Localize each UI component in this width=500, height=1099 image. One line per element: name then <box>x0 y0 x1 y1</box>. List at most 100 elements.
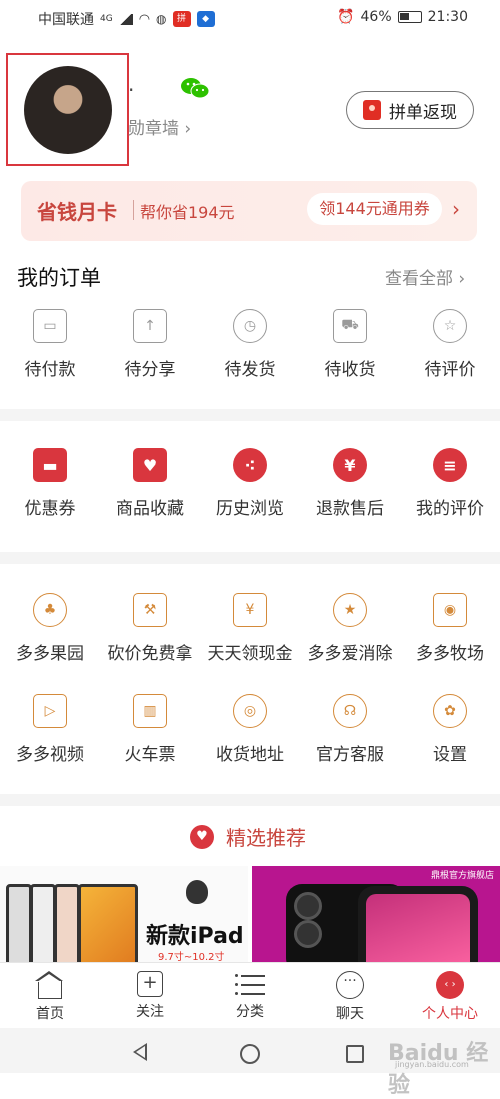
order-label: 待分享 <box>124 360 176 380</box>
back-icon[interactable] <box>133 1043 147 1061</box>
list-icon: ≡ <box>433 448 467 482</box>
location-pin-icon: ◎ <box>233 694 267 728</box>
status-right: ⏰ 46% 21:30 <box>337 9 468 25</box>
status-left: 中国联通 4G ◠ ◍ 拼 ◆ <box>38 9 215 29</box>
cow-icon: ◉ <box>433 593 467 627</box>
address-item[interactable]: ◎ 收货地址 <box>200 694 300 765</box>
nav-label: 分类 <box>236 1004 264 1020</box>
coupons-item[interactable]: ▬ 优惠券 <box>0 448 100 519</box>
coupon-icon: ▬ <box>33 448 67 482</box>
store-tag: 鼎根官方旗舰店 <box>430 871 494 881</box>
order-pending-receipt[interactable]: ⛟ 待收货 <box>300 309 400 380</box>
nav-category[interactable]: 分类 <box>200 963 300 1029</box>
feature-label: 多多视频 <box>16 745 84 765</box>
order-label: 待发货 <box>224 360 276 380</box>
alarm-icon: ⏰ <box>337 9 355 25</box>
bottom-nav: 首页 + 关注 分类 ··· 聊天 ‹ › 个人中心 <box>0 962 500 1029</box>
recommend-header: ♥ 精选推荐 <box>190 822 306 851</box>
nav-label: 关注 <box>136 1004 164 1020</box>
video-item[interactable]: ▷ 多多视频 <box>0 694 100 765</box>
group-cashback-button[interactable]: 拼单返现 <box>346 91 474 129</box>
history-item[interactable]: ⁖ 历史浏览 <box>200 448 300 519</box>
order-pending-share[interactable]: ↑ 待分享 <box>100 309 200 380</box>
headset-icon: ☊ <box>333 694 367 728</box>
order-label: 待收货 <box>324 360 376 380</box>
badge-wall-link[interactable]: 勋章墙 › <box>128 114 191 139</box>
list-lines-icon <box>235 971 265 997</box>
feature-label: 多多爱消除 <box>307 644 393 664</box>
username[interactable]: · <box>128 78 134 102</box>
red-packet-icon <box>363 100 381 120</box>
star-wand-icon: ★ <box>333 593 367 627</box>
claim-coupon-button[interactable]: 领144元通用券 <box>307 193 442 225</box>
profile-face-icon: ‹ › <box>436 971 464 999</box>
network-label: 4G <box>100 14 113 24</box>
orchard-item[interactable]: ♣ 多多果园 <box>0 593 100 664</box>
feature-label: 天天领现金 <box>207 644 293 664</box>
features-row-1: ♣ 多多果园 ⚒ 砍价免费拿 ¥ 天天领现金 ★ 多多爱消除 ◉ 多多牧场 <box>0 593 500 664</box>
footprint-icon: ⁖ <box>233 448 267 482</box>
service-label: 商品收藏 <box>116 499 184 519</box>
chevron-right-icon[interactable]: › <box>452 197 460 221</box>
share-icon: ↑ <box>133 309 167 343</box>
nav-label: 首页 <box>36 1006 64 1022</box>
plus-box-icon: + <box>137 971 163 997</box>
favorites-item[interactable]: ♥ 商品收藏 <box>100 448 200 519</box>
clock-icon: ◷ <box>233 309 267 343</box>
order-pending-review[interactable]: ☆ 待评价 <box>400 309 500 380</box>
nav-home[interactable]: 首页 <box>0 963 100 1029</box>
shield-notify-icon: ◆ <box>196 11 215 27</box>
battery-percent: 46% <box>360 9 392 25</box>
orders-row: ▭ 待付款 ↑ 待分享 ◷ 待发货 ⛟ 待收货 ☆ 待评价 <box>0 309 500 380</box>
features-row-2: ▷ 多多视频 ▥ 火车票 ◎ 收货地址 ☊ 官方客服 ✿ 设置 <box>0 694 500 765</box>
feature-label: 多多果园 <box>16 644 84 664</box>
avatar[interactable] <box>24 66 112 154</box>
iphone-product-banner[interactable]: 鼎根官方旗舰店 <box>252 866 500 962</box>
service-label: 退款售后 <box>316 499 384 519</box>
wechat-notify-icon: ◍ <box>156 12 167 26</box>
money-card-divider <box>133 200 134 220</box>
my-reviews-item[interactable]: ≡ 我的评价 <box>400 448 500 519</box>
play-icon: ▷ <box>33 694 67 728</box>
customer-service-item[interactable]: ☊ 官方客服 <box>300 694 400 765</box>
farm-item[interactable]: ◉ 多多牧场 <box>400 593 500 664</box>
view-all-orders-link[interactable]: 查看全部 › <box>385 264 465 289</box>
order-pending-shipment[interactable]: ◷ 待发货 <box>200 309 300 380</box>
nav-profile[interactable]: ‹ › 个人中心 <box>400 963 500 1029</box>
ipad-device-image <box>78 884 138 962</box>
daily-cash-item[interactable]: ¥ 天天领现金 <box>200 593 300 664</box>
refund-item[interactable]: ¥ 退款售后 <box>300 448 400 519</box>
pdd-notify-icon: 拼 <box>172 11 191 27</box>
nav-chat[interactable]: ··· 聊天 <box>300 963 400 1029</box>
battery-icon <box>397 11 422 23</box>
match-game-item[interactable]: ★ 多多爱消除 <box>300 593 400 664</box>
services-row: ▬ 优惠券 ♥ 商品收藏 ⁖ 历史浏览 ¥ 退款售后 ≡ 我的评价 <box>0 448 500 519</box>
watermark-url: jingyan.baidu.com <box>395 1060 469 1069</box>
ipad-device-image <box>6 884 32 962</box>
service-label: 优惠券 <box>24 499 76 519</box>
gear-icon: ✿ <box>433 694 467 728</box>
axe-icon: ⚒ <box>133 593 167 627</box>
order-pending-payment[interactable]: ▭ 待付款 <box>0 309 100 380</box>
orders-title: 我的订单 <box>17 266 101 290</box>
ipad-product-banner[interactable]: 新款iPad 9.7寸~10.2寸 <box>0 866 248 962</box>
wallet-icon: ▭ <box>33 309 67 343</box>
yen-icon: ¥ <box>333 448 367 482</box>
ipad-device-image <box>54 884 80 962</box>
home-circle-icon[interactable] <box>240 1044 260 1064</box>
star-badge-icon: ☆ <box>433 309 467 343</box>
section-divider <box>0 794 500 806</box>
feature-label: 收货地址 <box>216 745 284 765</box>
signal-icon <box>118 13 133 25</box>
money-card-title: 省钱月卡 <box>37 200 117 224</box>
tree-icon: ♣ <box>33 593 67 627</box>
recents-icon[interactable] <box>346 1045 364 1063</box>
section-divider <box>0 409 500 421</box>
feature-label: 多多牧场 <box>416 644 484 664</box>
money-card-subtitle: 帮你省194元 <box>140 203 235 222</box>
train-ticket-item[interactable]: ▥ 火车票 <box>100 694 200 765</box>
bargain-item[interactable]: ⚒ 砍价免费拿 <box>100 593 200 664</box>
service-label: 历史浏览 <box>216 499 284 519</box>
settings-item[interactable]: ✿ 设置 <box>400 694 500 765</box>
nav-follow[interactable]: + 关注 <box>100 963 200 1029</box>
